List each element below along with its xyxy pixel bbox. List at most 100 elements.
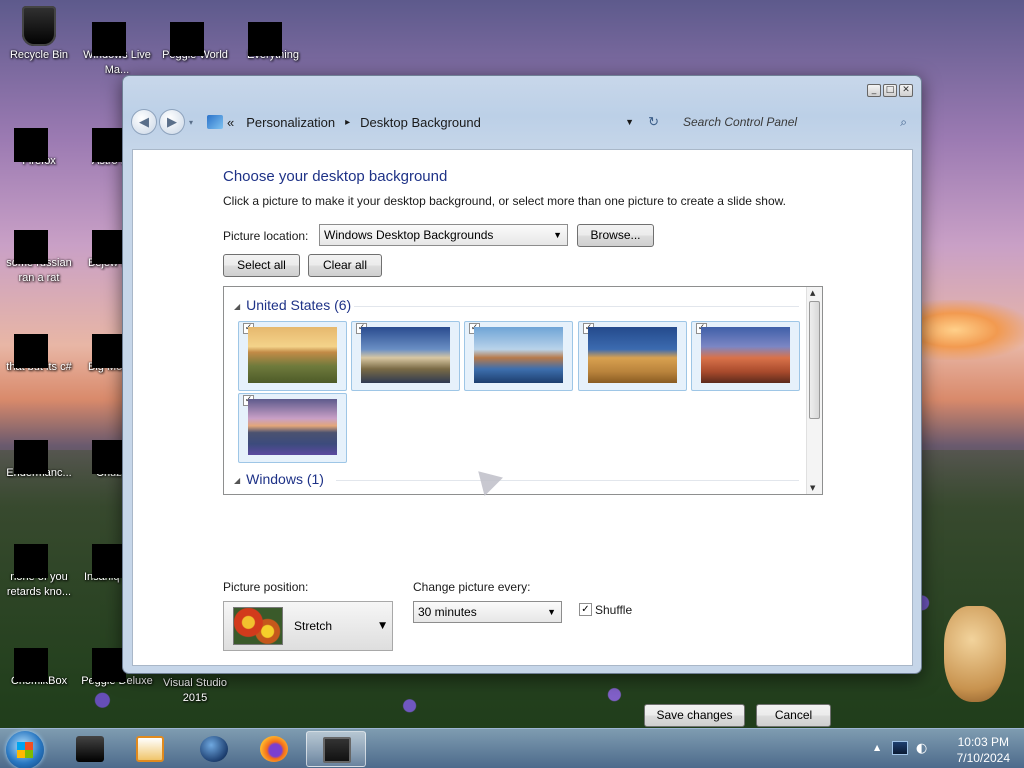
breadcrumb-overflow[interactable]: « [227,115,234,130]
clock-time: 10:03 PM [957,735,1009,749]
checkmark-icon: ✓ [581,604,590,615]
thumbnail-arch[interactable]: ✓ [691,321,800,391]
browse-button[interactable]: Browse... [577,224,654,247]
minimize-button[interactable]: _ [867,84,881,97]
page-title: Choose your desktop background [223,168,448,185]
hay-bale-image [588,327,677,383]
navigation-bar: ◀ ▶ ▾ « Personalization ▸ Desktop Backgr… [131,104,913,140]
thumbnail-rock-lake[interactable]: ✓ [464,321,573,391]
refresh-icon[interactable]: ↻ [648,114,659,130]
desktop-icon-none-of-you[interactable]: none of you retards kno... [0,528,78,600]
picture-gallery[interactable]: ◢ United States (6) ✓ ✓ ✓ ✓ ✓ [223,286,823,495]
collapse-triangle-icon[interactable]: ◢ [234,302,240,311]
gallery-scrollbar[interactable]: ▲ ▼ [806,287,822,494]
picture-location-value: Windows Desktop Backgrounds [324,228,494,242]
desktop-icon-visual-studio[interactable]: Visual Studio 2015 [156,676,234,706]
desktop-icon-bejeweled[interactable]: Bejew Delu... [78,214,122,271]
select-all-button[interactable]: Select all [223,254,300,277]
collapse-triangle-icon[interactable]: ◢ [234,476,240,485]
desktop-background-window: _ □ ✕ ◀ ▶ ▾ « Personalization ▸ Desktop … [122,75,922,727]
hamster-icon[interactable] [944,606,1006,702]
media-player-icon [136,736,164,762]
network-icon[interactable] [892,741,908,755]
group-header-united-states[interactable]: ◢ United States (6) [234,297,351,313]
astro-icon [92,128,122,162]
breadcrumb-desktop-background[interactable]: Desktop Background [360,115,481,130]
desktop-icon-insaniquarium[interactable]: Insaniq Delu... [78,528,122,585]
thumbnail-sunrise-meadow[interactable]: ✓ [238,321,347,391]
group-divider [354,306,799,307]
thumbnail-lake-flowers[interactable]: ✓ [238,393,347,463]
thumbnail-lighthouse[interactable]: ✓ [351,321,460,391]
save-changes-button[interactable]: Save changes [644,704,745,727]
address-dropdown-icon[interactable]: ▼ [625,117,634,127]
caption-buttons: _ □ ✕ [867,84,913,97]
lighthouse-image [361,327,450,383]
clock[interactable]: 10:03 PM 7/10/2024 [957,734,1010,766]
desktop-icon-endermanch[interactable]: Endermanc... [0,424,78,481]
desktop-icon-big-money[interactable]: Big Mo Delu... [78,318,122,375]
peggle-world-icon [170,22,204,56]
desktop-icon-firefox[interactable]: Firefox [0,112,78,169]
taskbar-item-media-player[interactable] [120,731,180,767]
content-pane: Choose your desktop background Click a p… [132,149,913,727]
page-description: Click a picture to make it your desktop … [223,194,786,208]
desktop-icon-peggle-world[interactable]: Peggle World [156,6,234,63]
desktop-icon-chuzzle[interactable]: Chuz Delu... [78,424,122,481]
scroll-down-arrow-icon[interactable]: ▼ [810,484,815,492]
shuffle-label[interactable]: Shuffle [595,603,632,617]
desktop-icon-everything[interactable]: Everything [234,6,312,63]
chevron-down-icon: ▼ [553,230,562,240]
picture-location-label: Picture location: [223,229,309,243]
taskbar-item-globe[interactable] [184,731,244,767]
breadcrumb-personalization[interactable]: Personalization [246,115,335,130]
shuffle-checkbox[interactable]: ✓ [579,603,592,616]
cancel-button[interactable]: Cancel [756,704,831,727]
back-button[interactable]: ◀ [131,109,157,135]
group-header-windows[interactable]: ◢ Windows (1) [234,471,324,487]
group-name: United States (6) [246,297,352,313]
change-picture-label: Change picture every: [413,580,531,594]
start-button[interactable] [6,731,44,768]
desktop-icon-astro[interactable]: Astro Delu... [78,112,122,169]
none-of-you-icon [14,544,48,578]
forward-button[interactable]: ▶ [159,109,185,135]
bejeweled-icon [92,230,122,264]
picture-position-dropdown[interactable]: Stretch ▼ [223,601,393,651]
maximize-button[interactable]: □ [883,84,897,97]
system-tray: ▲ ◐ 10:03 PM 7/10/2024 [864,729,1024,768]
chevron-down-icon: ▼ [547,607,556,617]
group-divider [336,480,799,481]
taskbar-item-firefox[interactable] [244,731,304,767]
some-russian-icon [14,230,48,264]
show-hidden-icons-icon[interactable]: ▲ [874,743,880,752]
picture-location-dropdown[interactable]: Windows Desktop Backgrounds ▼ [319,224,568,246]
picture-position-label: Picture position: [223,580,309,594]
close-button[interactable]: ✕ [899,84,913,97]
recycle-bin-icon [22,6,56,46]
scroll-up-arrow-icon[interactable]: ▲ [810,289,815,297]
address-bar[interactable]: « Personalization ▸ Desktop Background ▼… [199,109,675,135]
desktop-icon-that-but-csharp[interactable]: that but its c# [0,318,78,375]
taskbar-item-control-panel[interactable] [306,731,366,767]
recent-pages-chevron-icon[interactable]: ▾ [189,118,193,127]
taskbar-item-explorer[interactable] [60,731,120,767]
desktop-icon-recycle-bin[interactable]: Recycle Bin [0,6,78,63]
forward-arrow-icon: ▶ [167,114,177,130]
search-control-panel-input[interactable]: Search Control Panel ⌕ [675,110,913,134]
change-picture-dropdown[interactable]: 30 minutes ▼ [413,601,562,623]
thumbnail-hay-bale[interactable]: ✓ [578,321,687,391]
desktop-icon-windows-live[interactable]: Windows Live Ma... [78,6,156,78]
arch-image [701,327,790,383]
desktop-icon-chomikbox[interactable]: ChomikBox [0,632,78,689]
flower-preview-icon [233,607,283,645]
search-icon[interactable]: ⌕ [900,115,907,130]
breadcrumb-separator-icon[interactable]: ▸ [345,117,350,128]
volume-icon[interactable]: ◐ [916,741,927,756]
scrollbar-thumb[interactable] [809,301,820,419]
back-arrow-icon: ◀ [139,114,149,130]
desktop-icon-label: Visual Studio 2015 [162,677,227,704]
desktop-icon-some-russian[interactable]: some russian ran a rat [0,214,78,286]
lake-flowers-image [248,399,337,455]
clear-all-button[interactable]: Clear all [308,254,382,277]
